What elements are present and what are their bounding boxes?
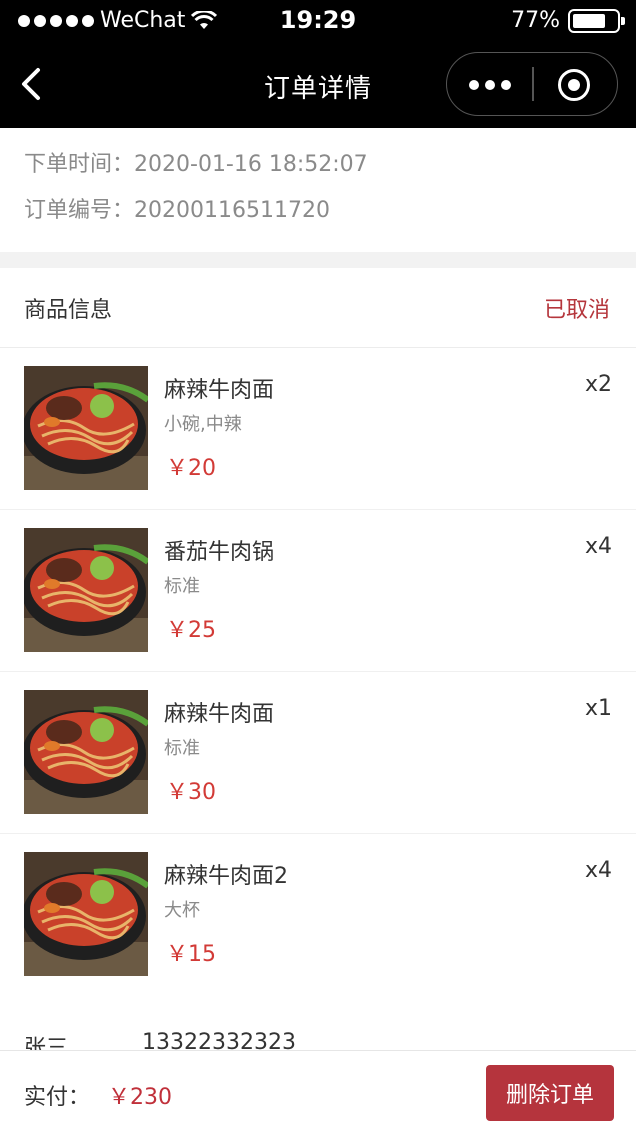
item-price: ￥20: [166, 456, 216, 481]
paid-amount: ￥230: [108, 1085, 172, 1110]
noodle-bowl-image: [24, 690, 148, 814]
close-mini-program-button[interactable]: [531, 53, 617, 117]
order-number-value: 20200116511720: [134, 198, 330, 223]
menu-capsule: [446, 52, 618, 116]
item-spec: 小碗,中辣: [164, 414, 242, 435]
order-time-value: 2020-01-16 18:52:07: [134, 152, 368, 177]
close-mini-program-icon: [558, 69, 590, 101]
order-meta: 下单时间：2020-01-16 18:52:07 订单编号：2020011651…: [0, 128, 636, 252]
food-image: [24, 690, 148, 814]
section-title: 商品信息: [24, 298, 113, 323]
battery-icon: [568, 8, 625, 33]
item-price: ￥15: [166, 942, 216, 967]
food-image: [24, 366, 148, 490]
order-number-row: 订单编号：20200116511720: [24, 192, 330, 224]
more-icon: [469, 80, 479, 90]
item-price: ￥30: [166, 780, 216, 805]
noodle-bowl-image: [24, 852, 148, 976]
item-spec: 标准: [164, 738, 200, 759]
delete-order-button[interactable]: 删除订单: [486, 1065, 614, 1121]
bottom-bar: 实付： ￥230 删除订单: [0, 1050, 636, 1132]
item-name: 麻辣牛肉面: [164, 702, 275, 727]
battery-fill: [573, 13, 605, 28]
list-item[interactable]: 麻辣牛肉面 标准 ￥30 x1: [0, 672, 636, 834]
list-item[interactable]: 麻辣牛肉面 小碗,中辣 ￥20 x2: [0, 348, 636, 510]
order-status-badge: 已取消: [543, 298, 610, 323]
goods-list: 麻辣牛肉面 小碗,中辣 ￥20 x2 番茄牛肉锅 标准 ￥25 x4 麻辣牛肉面…: [0, 348, 636, 996]
item-quantity: x4: [584, 534, 612, 559]
item-spec: 标准: [164, 576, 200, 597]
battery-area: 77%: [511, 8, 625, 33]
item-name: 番茄牛肉锅: [164, 540, 275, 565]
list-item[interactable]: 番茄牛肉锅 标准 ￥25 x4: [0, 510, 636, 672]
item-name: 麻辣牛肉面2: [164, 864, 288, 889]
order-detail-page: WeChat 19:29 77% 订单详情 下单时间：2020-01-16 18…: [0, 0, 636, 1132]
item-name: 麻辣牛肉面: [164, 378, 275, 403]
food-image: [24, 852, 148, 976]
item-quantity: x4: [584, 858, 612, 883]
item-spec: 大杯: [164, 900, 200, 921]
battery-percent: 77%: [511, 8, 560, 33]
section-gap: [0, 252, 636, 268]
item-quantity: x2: [584, 372, 612, 397]
order-time-label: 下单时间：: [24, 152, 135, 177]
paid-label: 实付：: [24, 1085, 91, 1110]
order-number-label: 订单编号：: [24, 198, 135, 223]
goods-section-header: 商品信息 已取消: [0, 268, 636, 348]
list-item[interactable]: 麻辣牛肉面2 大杯 ￥15 x4: [0, 834, 636, 996]
status-bar: WeChat 19:29 77%: [0, 0, 636, 44]
more-button[interactable]: [447, 53, 533, 117]
noodle-bowl-image: [24, 366, 148, 490]
item-price: ￥25: [166, 618, 216, 643]
nav-bar: 订单详情: [0, 44, 636, 128]
food-image: [24, 528, 148, 652]
noodle-bowl-image: [24, 528, 148, 652]
order-time-row: 下单时间：2020-01-16 18:52:07: [24, 146, 368, 178]
item-quantity: x1: [584, 696, 612, 721]
